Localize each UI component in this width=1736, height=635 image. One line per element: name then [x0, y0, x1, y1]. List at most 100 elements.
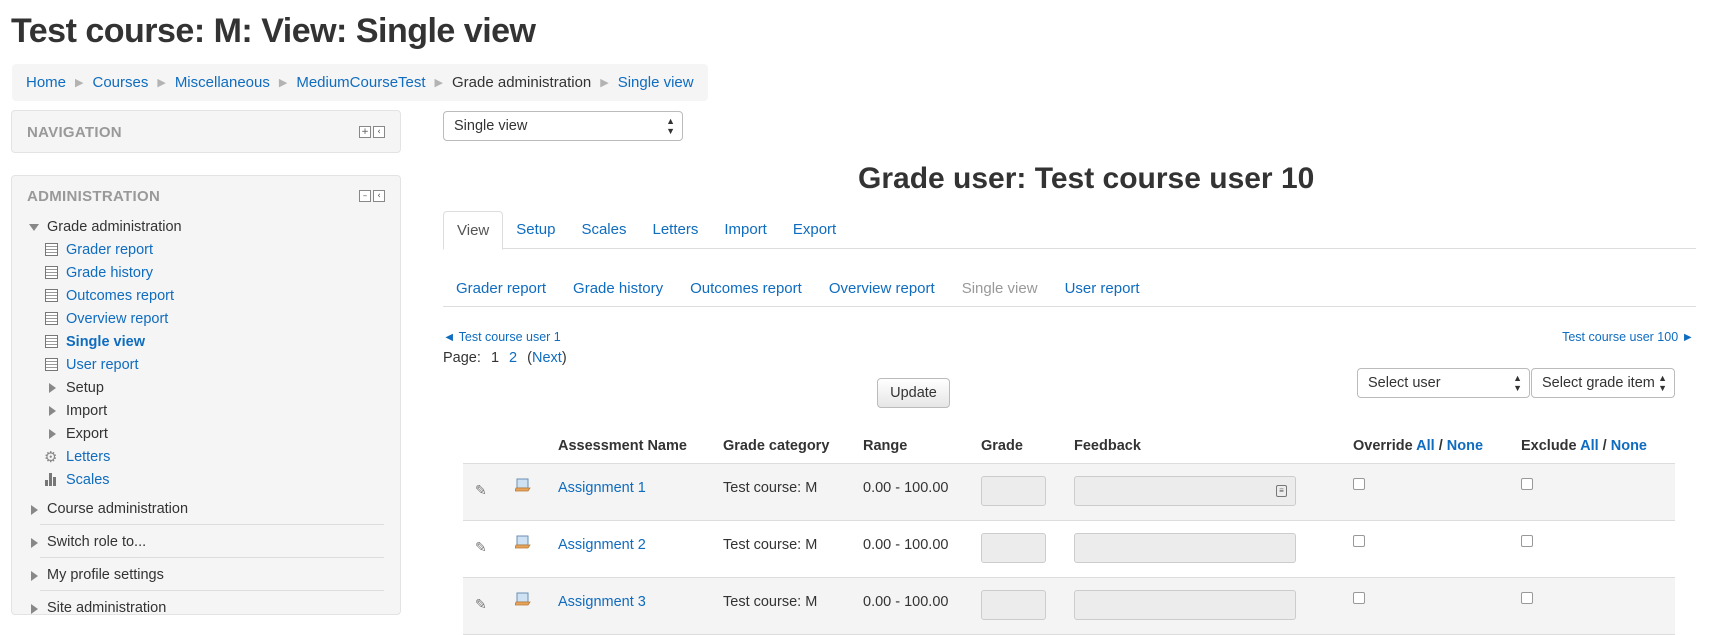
- override-none-link[interactable]: None: [1447, 438, 1483, 454]
- breadcrumb-courses[interactable]: Courses: [92, 74, 148, 91]
- tree-course-administration[interactable]: Course administration: [12, 498, 400, 524]
- assessment-name-link[interactable]: Assignment 3: [558, 594, 646, 610]
- tree-label[interactable]: Letters: [66, 446, 110, 469]
- tree-label[interactable]: Overview report: [66, 308, 168, 331]
- navigation-block: NAVIGATION + ‹: [11, 110, 401, 153]
- override-checkbox[interactable]: [1353, 535, 1365, 547]
- collapse-icon[interactable]: –: [359, 190, 371, 202]
- pagination-next-wrapper: (Next): [527, 350, 567, 366]
- exclude-checkbox[interactable]: [1521, 478, 1533, 490]
- grade-input[interactable]: [981, 533, 1046, 563]
- override-slash: /: [1438, 438, 1443, 454]
- tree-scales[interactable]: Scales: [12, 469, 400, 492]
- tree-grade-history[interactable]: Grade history: [12, 262, 400, 285]
- next-user-link[interactable]: Test course user 100 ►: [1562, 330, 1694, 344]
- tree-label[interactable]: Outcomes report: [66, 285, 174, 308]
- breadcrumb-grade-administration: Grade administration: [452, 74, 592, 91]
- subtab-overview-report[interactable]: Overview report: [816, 280, 949, 297]
- secondary-tabs: Grader report Grade history Outcomes rep…: [443, 271, 1696, 307]
- tree-label[interactable]: Grader report: [66, 239, 153, 262]
- breadcrumb-separator-icon: ▶: [600, 77, 609, 89]
- subtab-user-report[interactable]: User report: [1052, 280, 1154, 297]
- tree-grade-administration[interactable]: Grade administration: [12, 216, 400, 239]
- tree-site-administration[interactable]: Site administration: [12, 597, 400, 623]
- tab-letters[interactable]: Letters: [639, 211, 711, 249]
- assessment-name-link[interactable]: Assignment 2: [558, 537, 646, 553]
- select-user-dropdown[interactable]: Select user ▲ ▼: [1357, 368, 1530, 398]
- pagination-next-link[interactable]: Next: [532, 350, 562, 366]
- tab-import[interactable]: Import: [711, 211, 780, 249]
- header-range: Range: [863, 438, 908, 454]
- collapsed-arrow-icon: [49, 383, 56, 393]
- edit-pencil-icon[interactable]: ✎: [475, 539, 487, 556]
- grade-category-cell: Test course: M: [723, 537, 818, 553]
- override-all-link[interactable]: All: [1416, 438, 1435, 454]
- tree-switch-role[interactable]: Switch role to...: [12, 531, 400, 557]
- override-checkbox[interactable]: [1353, 592, 1365, 604]
- tree-setup[interactable]: Setup: [12, 377, 400, 400]
- report-icon: [45, 358, 58, 371]
- subtab-outcomes-report[interactable]: Outcomes report: [677, 280, 816, 297]
- feedback-input[interactable]: [1074, 533, 1296, 563]
- expand-icon[interactable]: +: [359, 126, 371, 138]
- navigation-block-title: NAVIGATION: [27, 123, 122, 141]
- tab-scales[interactable]: Scales: [568, 211, 639, 249]
- exclude-none-link[interactable]: None: [1611, 438, 1647, 454]
- tree-label: Course administration: [47, 501, 189, 517]
- previous-user-link[interactable]: ◄ Test course user 1: [443, 330, 561, 344]
- report-icon: [45, 243, 58, 256]
- subtab-grade-history[interactable]: Grade history: [560, 280, 677, 297]
- report-icon: [45, 266, 58, 279]
- breadcrumb-miscellaneous[interactable]: Miscellaneous: [175, 74, 270, 91]
- select-grade-item-dropdown[interactable]: Select grade item ▲ ▼: [1531, 368, 1675, 398]
- tab-export[interactable]: Export: [780, 211, 849, 249]
- tree-letters[interactable]: ⚙ Letters: [12, 446, 400, 469]
- report-icon: [45, 289, 58, 302]
- pagination-page-2[interactable]: 2: [509, 350, 517, 366]
- grade-input[interactable]: [981, 590, 1046, 620]
- report-view-select[interactable]: Single view ▲ ▼: [443, 111, 683, 141]
- select-arrows-icon: ▲ ▼: [1658, 373, 1667, 393]
- feedback-input[interactable]: [1074, 590, 1296, 620]
- tree-label[interactable]: Grade history: [66, 262, 153, 285]
- header-exclude: Exclude All / None: [1521, 438, 1647, 454]
- dock-icon[interactable]: ‹: [373, 190, 385, 202]
- tree-label[interactable]: Scales: [66, 469, 110, 492]
- breadcrumb-mediumcoursetest[interactable]: MediumCourseTest: [296, 74, 425, 91]
- feedback-input[interactable]: ≡: [1074, 476, 1296, 506]
- subtab-single-view: Single view: [961, 280, 1038, 297]
- assessment-name-link[interactable]: Assignment 1: [558, 480, 646, 496]
- breadcrumb-home[interactable]: Home: [26, 74, 66, 91]
- tree-overview-report[interactable]: Overview report: [12, 308, 400, 331]
- grade-category-cell: Test course: M: [723, 594, 818, 610]
- update-button[interactable]: Update: [877, 378, 950, 408]
- tree-import[interactable]: Import: [12, 400, 400, 423]
- tree-user-report[interactable]: User report: [12, 354, 400, 377]
- tab-view[interactable]: View: [443, 211, 504, 250]
- breadcrumb-single-view[interactable]: Single view: [618, 74, 694, 91]
- expanded-arrow-icon: [29, 224, 39, 231]
- report-icon: [45, 312, 58, 325]
- tree-label-active: Single view: [66, 334, 145, 350]
- breadcrumb-separator-icon: ▶: [278, 77, 288, 89]
- exclude-all-link[interactable]: All: [1580, 438, 1599, 454]
- tree-export[interactable]: Export: [12, 423, 400, 446]
- exclude-checkbox[interactable]: [1521, 592, 1533, 604]
- dock-icon[interactable]: ‹: [373, 126, 385, 138]
- tree-single-view[interactable]: Single view: [12, 331, 400, 354]
- tree-label[interactable]: User report: [66, 354, 139, 377]
- override-checkbox[interactable]: [1353, 478, 1365, 490]
- assignment-icon: [515, 535, 531, 549]
- edit-pencil-icon[interactable]: ✎: [475, 482, 487, 499]
- tree-outcomes-report[interactable]: Outcomes report: [12, 285, 400, 308]
- subtab-grader-report[interactable]: Grader report: [443, 280, 560, 297]
- feedback-editor-icon[interactable]: ≡: [1276, 485, 1287, 497]
- exclude-checkbox[interactable]: [1521, 535, 1533, 547]
- grade-input[interactable]: [981, 476, 1046, 506]
- tree-grader-report[interactable]: Grader report: [12, 239, 400, 262]
- tab-setup[interactable]: Setup: [503, 211, 568, 249]
- table-row: ✎ Assignment 1 Test course: M 0.00 - 100…: [463, 464, 1675, 521]
- edit-pencil-icon[interactable]: ✎: [475, 596, 487, 613]
- tree-profile-settings[interactable]: My profile settings: [12, 564, 400, 590]
- table-header-row: Assessment Name Grade category Range Gra…: [463, 428, 1675, 464]
